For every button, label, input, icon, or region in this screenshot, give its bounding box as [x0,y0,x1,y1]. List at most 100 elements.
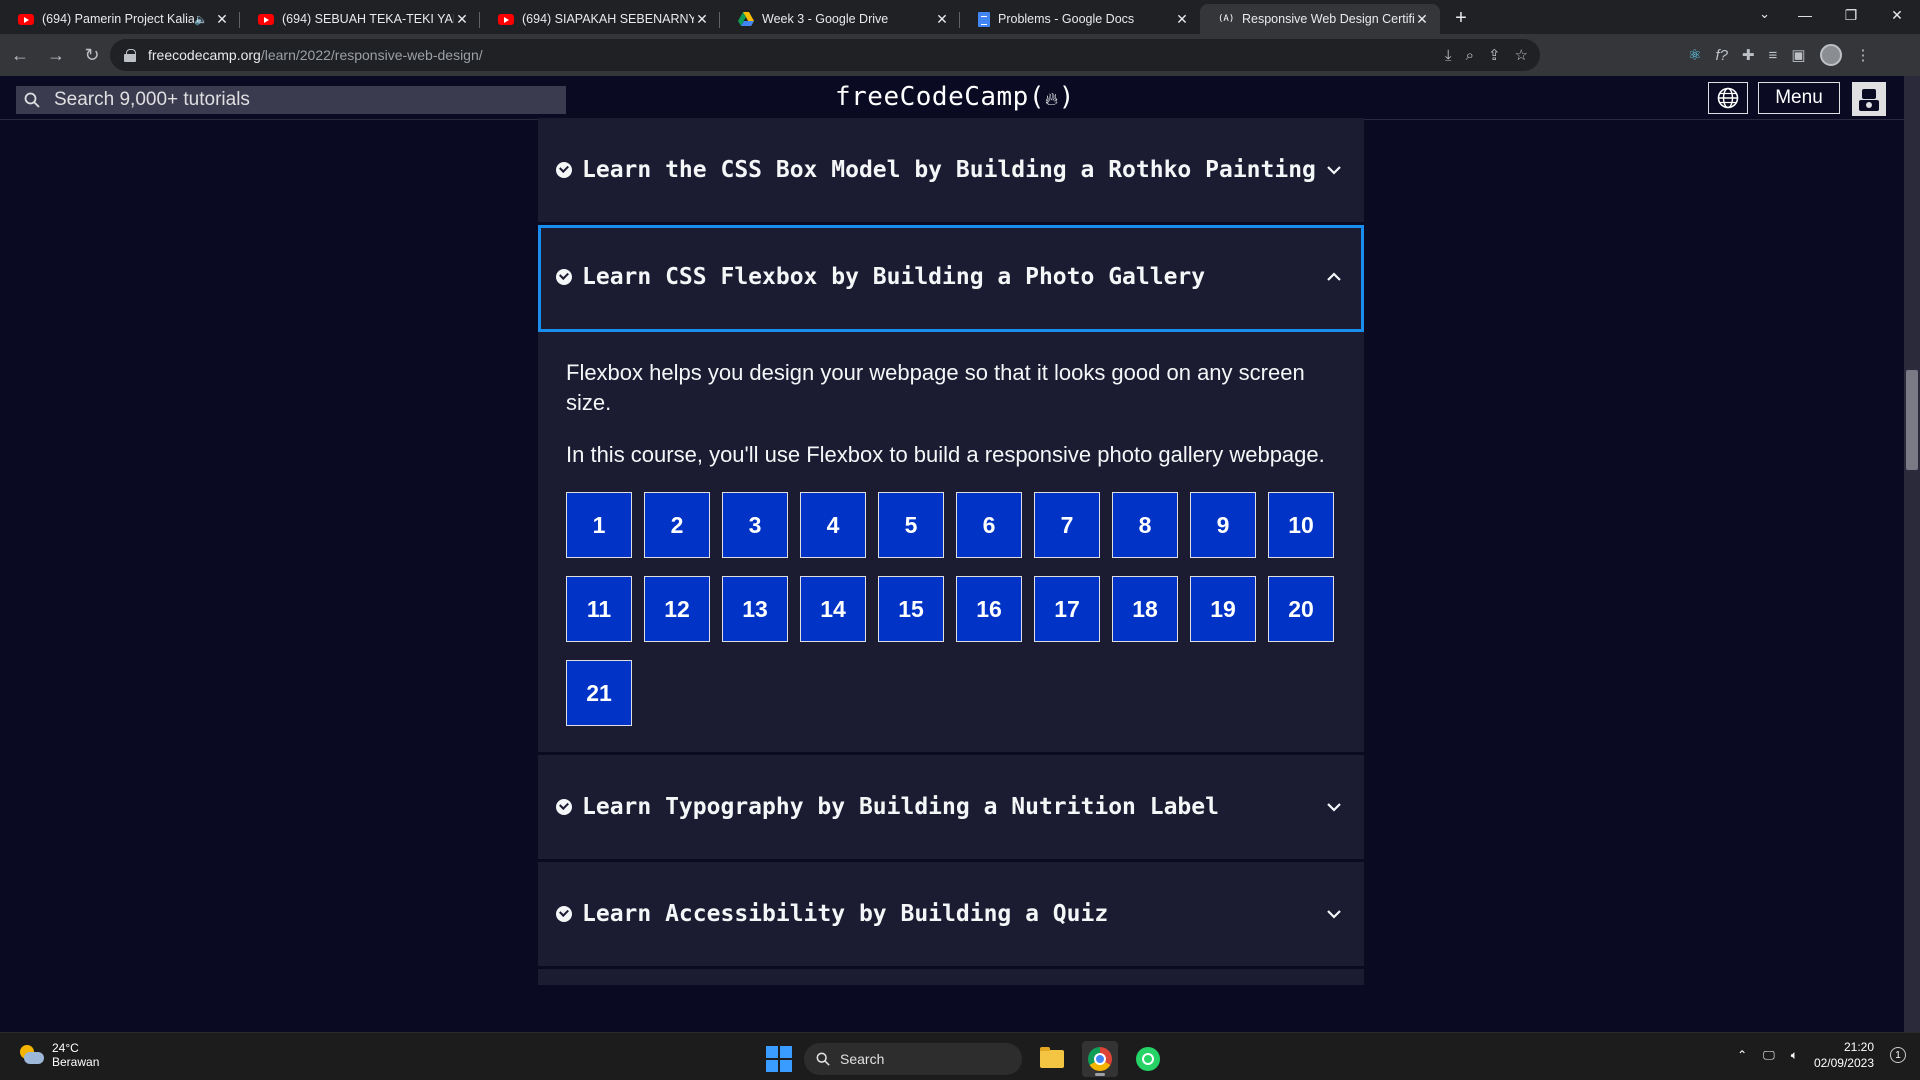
minimize-icon[interactable]: — [1782,0,1828,30]
install-app-icon[interactable]: ⤓ [1445,47,1452,64]
lock-icon[interactable] [124,48,136,62]
close-tab-icon[interactable]: ✕ [694,11,710,27]
block-intro-paragraph: Flexbox helps you design your webpage so… [566,360,1305,415]
partly-cloudy-icon [18,1043,44,1067]
block-header-typography[interactable]: Learn Typography by Building a Nutrition… [538,755,1364,862]
browser-tab[interactable]: (694) SIAPAKAH SEBENARNYA PR ✕ [480,4,720,34]
youtube-icon [498,13,514,25]
windows-start-icon[interactable] [766,1046,792,1072]
step-button[interactable]: 9 [1190,492,1256,558]
network-icon[interactable]: 🖵︎ [1763,1048,1775,1063]
step-button[interactable]: 19 [1190,576,1256,642]
whatsapp-taskbar-button[interactable] [1130,1041,1166,1077]
reading-list-icon[interactable]: ≡ [1769,47,1778,64]
step-button[interactable]: 15 [878,576,944,642]
step-button[interactable]: 16 [956,576,1022,642]
block-header-css-box-model[interactable]: Learn the CSS Box Model by Building a Ro… [538,118,1364,225]
search-icon [816,1052,830,1066]
chrome-taskbar-button[interactable] [1082,1041,1118,1077]
side-panel-icon[interactable]: ▣ [1791,46,1805,64]
tab-title: (694) SEBUAH TEKA-TEKI YANG B [282,12,454,26]
tab-title: (694) Pamerin Project Kalian [42,12,195,26]
step-button[interactable]: 12 [644,576,710,642]
step-button[interactable]: 2 [644,492,710,558]
reload-icon[interactable]: ↻ [76,39,108,71]
browser-tab[interactable]: (694) Pamerin Project Kalian 🔈 ✕ [0,4,240,34]
address-bar[interactable]: freecodecamp.org/learn/2022/responsive-w… [110,39,1540,71]
browser-tab-active[interactable]: (A) Responsive Web Design Certifica ✕ [1200,4,1440,34]
volume-icon[interactable]: 🔈︎ [1791,1048,1798,1063]
browser-tab[interactable]: Week 3 - Google Drive ✕ [720,4,960,34]
step-button[interactable]: 11 [566,576,632,642]
step-button[interactable]: 17 [1034,576,1100,642]
block-description-flexbox: Flexbox helps you design your webpage so… [538,332,1364,755]
browser-tab-strip: (694) Pamerin Project Kalian 🔈 ✕ (694) S… [0,0,1920,34]
close-tab-icon[interactable]: ✕ [1414,11,1430,27]
file-explorer-button[interactable] [1034,1041,1070,1077]
google-drive-icon [738,12,754,26]
new-tab-button[interactable]: + [1446,4,1476,34]
step-button[interactable]: 13 [722,576,788,642]
step-button[interactable]: 5 [878,492,944,558]
folder-icon [1040,1047,1064,1068]
weather-widget[interactable]: 24°C Berawan [18,1041,99,1069]
browser-tab[interactable]: (694) SEBUAH TEKA-TEKI YANG B ✕ [240,4,480,34]
next-block-peek [538,969,1364,985]
close-window-icon[interactable]: ✕ [1874,0,1920,30]
step-button[interactable]: 1 [566,492,632,558]
user-avatar-icon [1859,89,1879,111]
react-devtools-icon[interactable]: ⚛ [1688,46,1701,64]
notification-badge[interactable]: 1 [1890,1047,1906,1063]
taskbar-search[interactable]: Search [804,1043,1022,1075]
close-tab-icon[interactable]: ✕ [1174,11,1190,27]
scrollbar-thumb[interactable] [1906,370,1918,470]
step-grid: 1 2 3 4 5 6 7 8 9 10 11 12 13 14 15 16 17 18 19 20 21 [566,492,1336,726]
step-button[interactable]: 10 [1268,492,1334,558]
chrome-menu-icon[interactable]: ⋮ [1856,46,1871,64]
forward-icon[interactable]: → [40,39,72,71]
search-input[interactable]: Search 9,000+ tutorials [16,86,566,114]
step-button[interactable]: 14 [800,576,866,642]
fcc-navbar: Search 9,000+ tutorials freeCodeCamp(🔥︎)… [0,76,1904,120]
browser-tab[interactable]: Problems - Google Docs ✕ [960,4,1200,34]
profile-avatar[interactable] [1819,44,1842,66]
step-button[interactable]: 6 [956,492,1022,558]
clock[interactable]: 21:20 02/09/2023 [1814,1039,1874,1071]
close-tab-icon[interactable]: ✕ [214,11,230,27]
back-icon[interactable]: ← [4,39,36,71]
tab-search-chevron-icon[interactable]: ⌄ [1759,6,1770,22]
speaker-icon[interactable]: 🔈 [194,13,208,26]
restore-icon[interactable]: ❐ [1828,0,1874,30]
windows-taskbar: 24°C Berawan Search ⌃ 🖵︎ 🔈︎ 21:20 02/09/… [0,1032,1920,1080]
language-globe-button[interactable] [1708,82,1748,114]
zoom-icon[interactable]: ⌕ [1466,47,1474,64]
step-button[interactable]: 8 [1112,492,1178,558]
step-button[interactable]: 20 [1268,576,1334,642]
block-header-css-flexbox[interactable]: Learn CSS Flexbox by Building a Photo Ga… [538,225,1364,332]
function-extension-icon[interactable]: f? [1715,47,1728,64]
bookmark-star-icon[interactable]: ☆ [1515,46,1528,64]
tab-title: (694) SIAPAKAH SEBENARNYA PR [522,12,694,26]
close-tab-icon[interactable]: ✕ [454,11,470,27]
menu-button[interactable]: Menu [1758,82,1840,114]
extensions-puzzle-icon[interactable]: ✚ [1742,46,1755,64]
step-button[interactable]: 4 [800,492,866,558]
share-icon[interactable]: ⇪ [1488,46,1501,64]
flame-icon: 🔥︎ [1045,89,1059,110]
step-button[interactable]: 21 [566,660,632,726]
chrome-icon [1088,1047,1112,1071]
whatsapp-icon [1136,1047,1160,1071]
user-avatar[interactable] [1852,82,1886,116]
step-button[interactable]: 18 [1112,576,1178,642]
block-header-accessibility[interactable]: Learn Accessibility by Building a Quiz [538,862,1364,969]
curriculum-blocks: Learn the CSS Box Model by Building a Ro… [538,118,1364,985]
step-button[interactable]: 3 [722,492,788,558]
fcc-logo[interactable]: freeCodeCamp(🔥︎) [835,82,1075,112]
close-tab-icon[interactable]: ✕ [934,11,950,27]
completed-check-icon [556,162,572,178]
page-scrollbar[interactable] [1904,76,1920,1032]
tray-overflow-chevron-icon[interactable]: ⌃ [1737,1048,1747,1062]
step-button[interactable]: 7 [1034,492,1100,558]
url-path: /learn/2022/responsive-web-design/ [260,47,483,63]
block-title: Learn Accessibility by Building a Quiz [582,901,1109,927]
